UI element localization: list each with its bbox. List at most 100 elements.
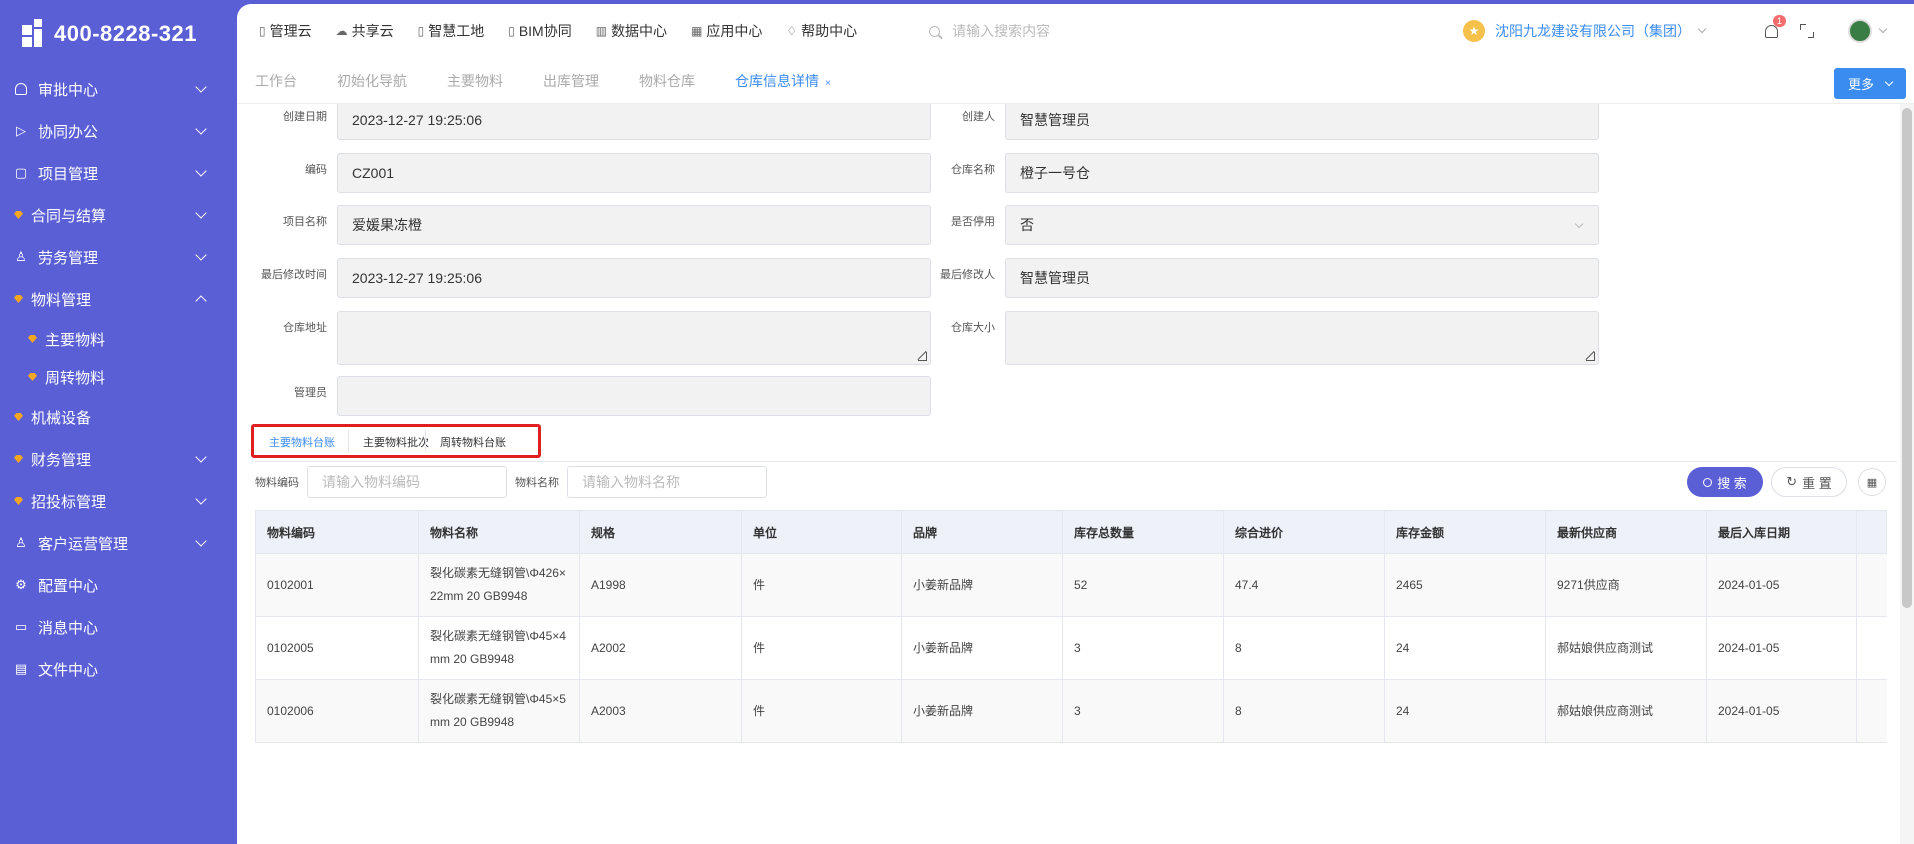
topnav-bim[interactable]: ▯ BIM协同 <box>508 21 572 41</box>
manager-field[interactable] <box>337 376 931 416</box>
page-scrollbar[interactable] <box>1900 104 1914 844</box>
sidebar-item-approval[interactable]: 审批中心 <box>0 68 237 110</box>
notification-button[interactable]: 1 <box>1765 14 1787 38</box>
table-cell: 2024-01-05 <box>1707 554 1857 616</box>
chevron-down-icon[interactable] <box>1878 24 1888 34</box>
sidebar-subitem-turnover-material[interactable]: 周转物料 <box>0 358 237 396</box>
topnav-management-cloud[interactable]: ▯ 管理云 <box>259 21 312 41</box>
sidebar-item-customer[interactable]: ♙ 客户运营管理 <box>0 522 237 564</box>
company-switcher[interactable]: 沈阳九龙建设有限公司（集团） <box>1495 21 1691 41</box>
column-header[interactable]: 库存金额 <box>1385 511 1546 553</box>
sidebar-item-collab[interactable]: ▷ 协同办公 <box>0 110 237 152</box>
chevron-down-icon <box>195 493 207 505</box>
avatar[interactable] <box>1848 19 1872 43</box>
size-textarea[interactable] <box>1005 311 1599 365</box>
subtab-main-batch[interactable]: 主要物料批次 <box>363 434 429 450</box>
modified-time-field[interactable]: 2023-12-27 19:25:06 <box>337 258 931 298</box>
select-value: 否 <box>1020 217 1034 233</box>
table-cell: 9271供应商 <box>1546 554 1707 616</box>
table-row[interactable]: 0102006 裂化碳素无缝钢管\Φ45×5mm 20 GB9948 A2003… <box>255 680 1887 743</box>
table-cell: 裂化碳素无缝钢管\Φ45×5mm 20 GB9948 <box>419 680 580 742</box>
column-header[interactable]: 最后入库日期 <box>1707 511 1857 553</box>
column-header[interactable]: 物料名称 <box>419 511 580 553</box>
topnav-app-center[interactable]: ▦ 应用中心 <box>691 21 762 41</box>
project-field[interactable]: 爱媛果冻橙 <box>337 205 931 245</box>
form-row-create-date: 创建日期 2023-12-27 19:25:06 <box>237 104 931 140</box>
sidebar-item-contract[interactable]: 合同与结算 <box>0 194 237 236</box>
global-search[interactable]: 请输入搜索内容 <box>929 21 1050 41</box>
sidebar-item-messages[interactable]: ▭ 消息中心 <box>0 606 237 648</box>
diamond-icon <box>14 455 23 463</box>
table-row[interactable]: 0102001 裂化碳素无缝钢管\Φ426×22mm 20 GB9948 A19… <box>255 554 1887 617</box>
sidebar-item-machinery[interactable]: 机械设备 <box>0 396 237 438</box>
search-button[interactable]: 搜 索 <box>1687 467 1763 497</box>
subtab-turnover-ledger[interactable]: 周转物料台账 <box>440 434 506 450</box>
warehouse-name-field[interactable]: 橙子一号仓 <box>1005 153 1599 193</box>
search-input[interactable]: 请输入搜索内容 <box>952 21 1050 41</box>
search-icon <box>929 25 941 37</box>
more-button[interactable]: 更多 <box>1833 68 1906 99</box>
modifier-field[interactable]: 智慧管理员 <box>1005 258 1599 298</box>
column-header[interactable]: 规格 <box>580 511 742 553</box>
form-row-project: 项目名称 爱媛果冻橙 <box>237 205 931 245</box>
sidebar-item-project[interactable]: ▢ 项目管理 <box>0 152 237 194</box>
chevron-down-icon <box>1574 219 1584 229</box>
tab-material-warehouse[interactable]: 物料仓库 <box>639 71 695 91</box>
tab-workbench[interactable]: 工作台 <box>255 71 297 91</box>
sidebar-item-files[interactable]: ▤ 文件中心 <box>0 648 237 690</box>
column-header[interactable]: 最新供应商 <box>1546 511 1707 553</box>
chevron-down-icon <box>1884 77 1894 87</box>
chevron-down-icon <box>195 535 207 547</box>
column-header[interactable]: 单位 <box>742 511 902 553</box>
resize-handle-icon[interactable] <box>1586 352 1595 361</box>
topnav-label: BIM协同 <box>518 23 572 39</box>
field-label: 是否停用 <box>951 216 995 228</box>
chevron-down-icon[interactable] <box>1697 24 1707 34</box>
tab-main-material[interactable]: 主要物料 <box>447 71 503 91</box>
table-cell: 件 <box>742 554 902 616</box>
sidebar-item-config[interactable]: ⚙ 配置中心 <box>0 564 237 606</box>
table-cell: 2465 <box>1385 554 1546 616</box>
brand[interactable]: 400-8228-321 <box>0 0 237 68</box>
disabled-select[interactable]: 否 <box>1005 205 1599 245</box>
sidebar-item-label: 协同办公 <box>38 123 99 141</box>
sidebar-item-material[interactable]: 物料管理 <box>0 278 237 320</box>
sidebar-item-finance[interactable]: 财务管理 <box>0 438 237 480</box>
topnav-label: 智慧工地 <box>428 23 485 39</box>
fullscreen-icon[interactable] <box>1800 24 1814 38</box>
reset-label: 重 置 <box>1802 475 1832 491</box>
sidebar-item-bidding[interactable]: 招投标管理 <box>0 480 237 522</box>
material-name-input[interactable]: 请输入物料名称 <box>567 466 767 498</box>
topnav-smart-site[interactable]: ▯ 智慧工地 <box>418 21 485 41</box>
table-row[interactable]: 0102005 裂化碳素无缝钢管\Φ45×4mm 20 GB9948 A2002… <box>255 617 1887 680</box>
main-panel: ▯ 管理云 ☁ 共享云 ▯ 智慧工地 ▯ BIM协同 ▥ 数据中心 ▦ 应用中心 ♢ 帮助中心… <box>237 4 1914 844</box>
brand-phone: 400-8228-321 <box>54 21 198 46</box>
tab-warehouse-detail[interactable]: 仓库信息详情 × <box>735 71 831 91</box>
sidebar-item-label: 主要物料 <box>45 331 106 349</box>
sidebar-subitem-main-material[interactable]: 主要物料 <box>0 320 237 358</box>
tab-outbound[interactable]: 出库管理 <box>543 71 599 91</box>
address-textarea[interactable] <box>337 311 931 365</box>
subtab-main-ledger[interactable]: 主要物料台账 <box>269 434 335 450</box>
column-settings-button[interactable]: ▦ <box>1858 468 1886 496</box>
column-header[interactable]: 库存总数量 <box>1063 511 1224 553</box>
field-label: 最后修改人 <box>940 269 995 281</box>
column-header[interactable]: 综合进价 <box>1224 511 1385 553</box>
topnav-share-cloud[interactable]: ☁ 共享云 <box>336 21 394 41</box>
creator-field[interactable]: 智慧管理员 <box>1005 104 1599 140</box>
reset-button[interactable]: ↻ 重 置 <box>1771 467 1847 497</box>
topnav-label: 数据中心 <box>611 23 668 39</box>
close-icon[interactable]: × <box>825 78 831 89</box>
code-field[interactable]: CZ001 <box>337 153 931 193</box>
tab-init-nav[interactable]: 初始化导航 <box>337 71 407 91</box>
sidebar-item-labor[interactable]: ♙ 劳务管理 <box>0 236 237 278</box>
topnav-data-center[interactable]: ▥ 数据中心 <box>596 21 667 41</box>
topnav-help-center[interactable]: ♢ 帮助中心 <box>786 21 857 41</box>
scrollbar-thumb[interactable] <box>1902 108 1912 608</box>
table-cell: 郝姑娘供应商测试 <box>1546 680 1707 742</box>
form-row-creator: 创建人 智慧管理员 <box>905 104 1599 140</box>
column-header[interactable]: 品牌 <box>902 511 1063 553</box>
column-header[interactable]: 物料编码 <box>256 511 419 553</box>
create-date-field[interactable]: 2023-12-27 19:25:06 <box>337 104 931 140</box>
material-code-input[interactable]: 请输入物料编码 <box>307 466 507 498</box>
